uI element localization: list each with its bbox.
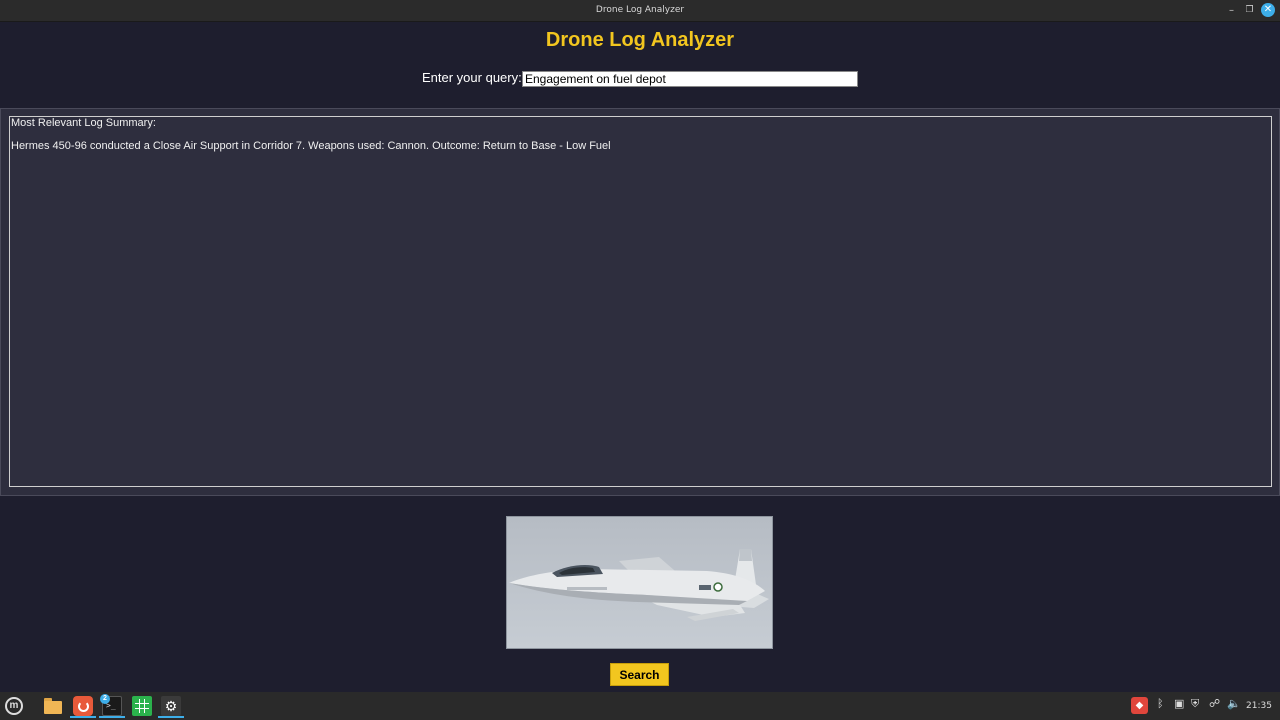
search-button[interactable]: Search [610, 663, 669, 686]
shield-icon[interactable]: ⛨ [1191, 697, 1199, 711]
red-app-tray-icon[interactable]: ◆ [1131, 697, 1148, 714]
close-button[interactable]: ✕ [1261, 3, 1275, 17]
active-indicator [158, 716, 184, 718]
summary-heading: Most Relevant Log Summary: [11, 117, 156, 129]
mint-menu-icon[interactable]: m [5, 697, 23, 715]
files-icon[interactable] [43, 696, 63, 716]
summary-frame: Most Relevant Log Summary: Hermes 450-96… [0, 108, 1280, 496]
clock[interactable]: 21:35 [1246, 701, 1272, 711]
spreadsheet-icon[interactable] [132, 696, 152, 716]
window-titlebar: Drone Log Analyzer – ❐ ✕ [0, 0, 1280, 22]
summary-text: Hermes 450-96 conducted a Close Air Supp… [11, 140, 611, 152]
active-indicator [99, 716, 125, 718]
query-input[interactable] [522, 71, 858, 87]
query-label: Enter your query: [422, 70, 522, 85]
active-indicator [70, 716, 96, 718]
summary-textbox[interactable]: Most Relevant Log Summary: Hermes 450-96… [9, 116, 1272, 487]
taskbar: m >_ ⚙ ◆ [0, 692, 1280, 720]
settings-icon[interactable]: ⚙ [161, 696, 181, 716]
fighter-jet-image [506, 516, 773, 649]
app-red-icon[interactable] [73, 696, 93, 716]
volume-icon[interactable]: 🔈 [1227, 697, 1241, 710]
network-icon[interactable]: ☍ [1209, 697, 1220, 710]
minimize-button[interactable]: – [1224, 3, 1239, 18]
clipboard-icon[interactable]: ▣ [1174, 697, 1184, 710]
fighter-jet-icon [509, 549, 769, 621]
maximize-button[interactable]: ❐ [1242, 3, 1257, 18]
terminal-badge: 2 [100, 694, 110, 704]
app-title: Drone Log Analyzer [545, 29, 735, 51]
bluetooth-icon[interactable]: ᛒ [1157, 697, 1164, 710]
window-title: Drone Log Analyzer [595, 5, 685, 15]
